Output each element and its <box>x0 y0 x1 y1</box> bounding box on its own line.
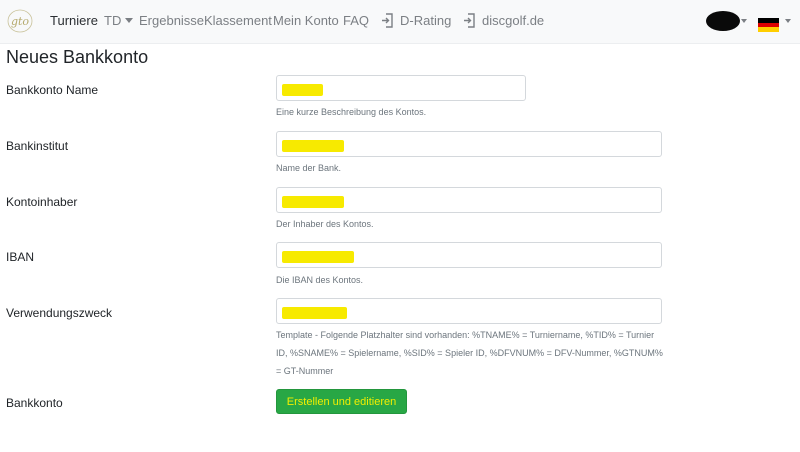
redacted-value <box>282 140 344 152</box>
help-bankkonto-name: Eine kurze Beschreibung des Kontos. <box>276 107 427 117</box>
help-line: ID, %SNAME% = Spielername, %SID% = Spiel… <box>276 348 663 358</box>
sign-in-icon <box>464 13 475 28</box>
label-verwendungszweck: Verwendungszweck <box>6 306 113 320</box>
help-iban: Die IBAN des Kontos. <box>276 275 364 285</box>
top-navbar: gto Turniere TD Ergebnisse Klassement Me… <box>0 0 800 44</box>
help-verwendungszweck: Template - Folgende Platzhalter sind vor… <box>276 326 663 380</box>
redacted-value <box>282 307 347 319</box>
page-title: Neues Bankkonto <box>6 47 149 67</box>
logo-text: gto <box>11 15 29 28</box>
redacted-value <box>282 196 344 208</box>
help-line: Template - Folgende Platzhalter sind vor… <box>276 330 655 340</box>
help-kontoinhaber: Der Inhaber des Kontos. <box>276 219 374 229</box>
label-bankinstitut: Bankinstitut <box>6 139 69 153</box>
gto-logo[interactable]: gto <box>6 7 34 35</box>
label-kontoinhaber: Kontoinhaber <box>6 195 78 209</box>
user-avatar[interactable] <box>706 11 740 31</box>
redacted-value <box>282 251 354 263</box>
help-line: = GT-Nummer <box>276 366 334 376</box>
help-bankinstitut: Name der Bank. <box>276 163 342 173</box>
german-flag-icon[interactable] <box>758 18 779 32</box>
nav-discgolf[interactable]: discgolf.de <box>482 13 544 29</box>
iban-input[interactable] <box>276 242 662 268</box>
bankkonto-name-input[interactable] <box>276 75 526 101</box>
nav-d-rating[interactable]: D-Rating <box>400 13 451 29</box>
chevron-down-icon <box>125 18 134 23</box>
nav-klassement[interactable]: Klassement <box>204 13 272 29</box>
chevron-down-icon[interactable] <box>741 19 747 23</box>
nav-td-label: TD <box>104 13 122 28</box>
chevron-down-icon[interactable] <box>785 19 791 23</box>
nav-faq[interactable]: FAQ <box>343 13 369 29</box>
label-bankkonto-name: Bankkonto Name <box>6 83 99 97</box>
label-iban: IBAN <box>6 250 35 264</box>
nav-ergebnisse[interactable]: Ergebnisse <box>139 13 204 29</box>
nav-turniere[interactable]: Turniere <box>50 13 98 29</box>
nav-td[interactable]: TD <box>104 13 134 29</box>
sign-in-icon <box>382 13 393 28</box>
kontoinhaber-input[interactable] <box>276 187 662 213</box>
bankinstitut-input[interactable] <box>276 131 662 157</box>
nav-mein-konto[interactable]: Mein Konto <box>273 13 339 29</box>
verwendungszweck-input[interactable] <box>276 298 662 324</box>
label-bankkonto: Bankkonto <box>6 396 63 410</box>
redacted-value <box>282 84 323 96</box>
create-and-edit-button[interactable]: Erstellen und editieren <box>276 389 407 414</box>
